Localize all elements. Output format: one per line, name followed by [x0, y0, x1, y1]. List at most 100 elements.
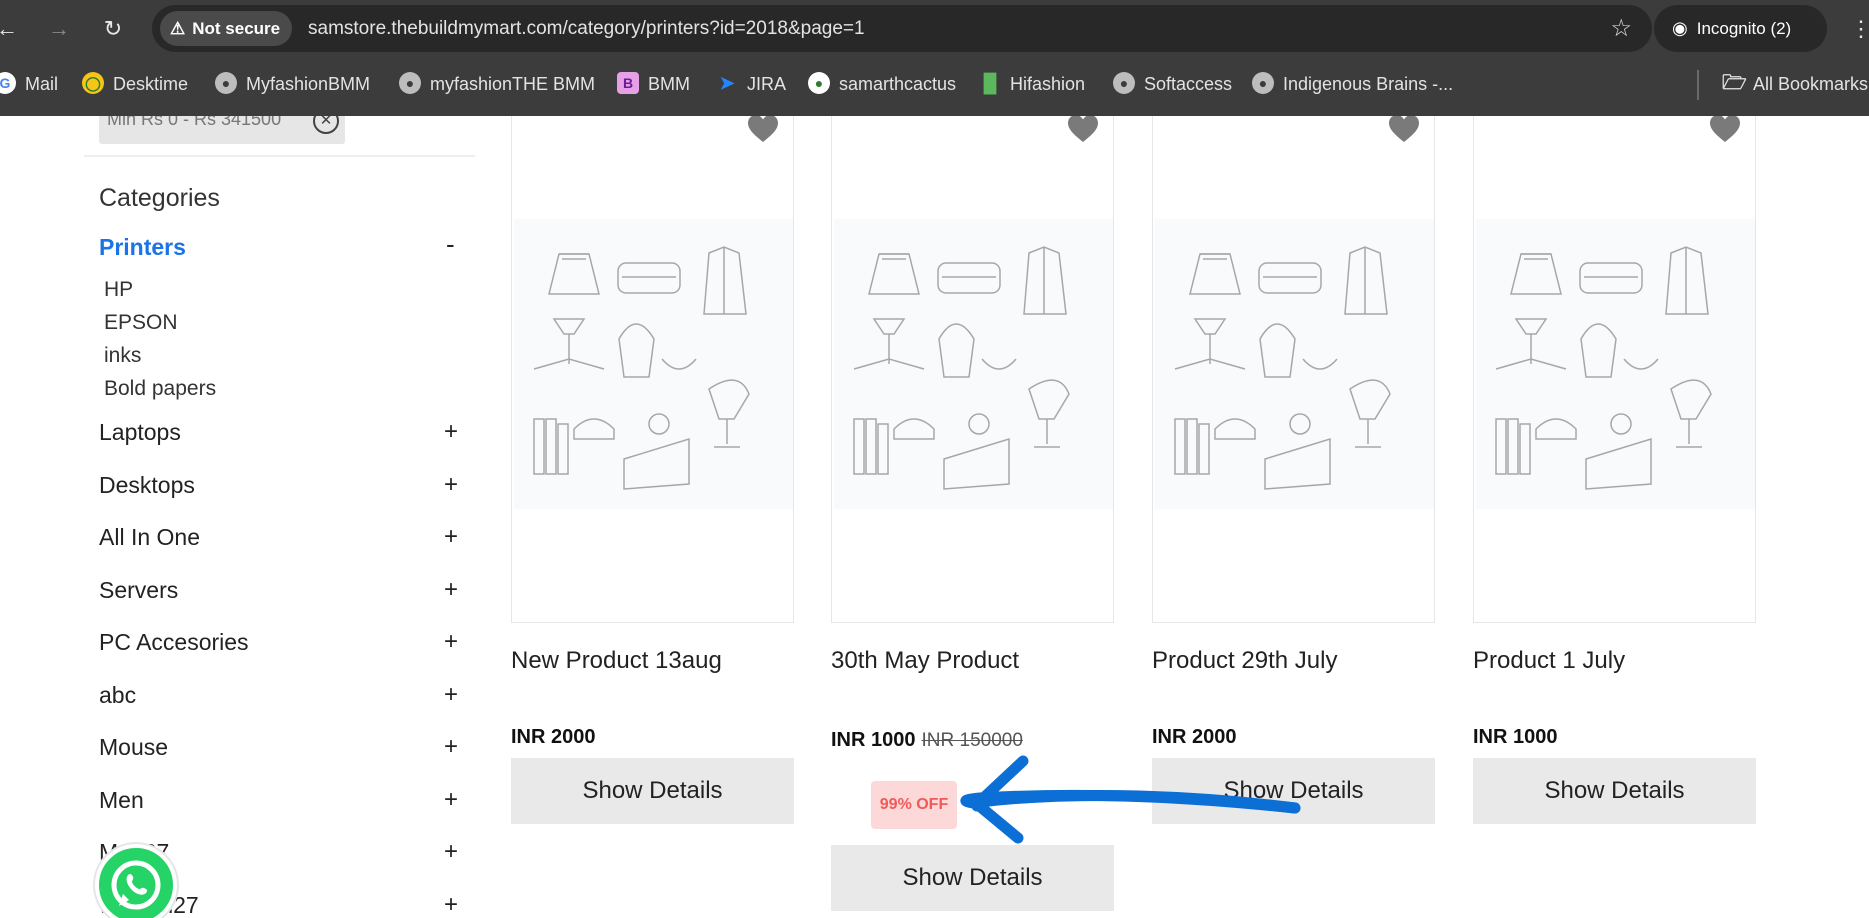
wishlist-heart-icon[interactable] [1388, 116, 1420, 145]
menu-kebab-icon[interactable]: ⋮ [1850, 14, 1869, 44]
reload-icon[interactable]: ↻ [98, 14, 128, 44]
hifashion-icon: █ [983, 73, 997, 94]
back-icon[interactable]: ← [0, 14, 22, 44]
product-name[interactable]: Product 29th July [1152, 647, 1337, 675]
category-mouse[interactable]: Mouse [99, 734, 168, 761]
subcategory-bold-papers[interactable]: Bold papers [104, 377, 216, 401]
bookmark-label: samarthcactus [839, 74, 957, 94]
expand-toggle[interactable]: + [444, 418, 458, 446]
category-men[interactable]: Men [99, 787, 144, 814]
category-laptops[interactable]: Laptops [99, 419, 181, 446]
product-name[interactable]: Product 1 July [1473, 647, 1625, 675]
incognito-button[interactable]: ◉ Incognito (2) [1654, 5, 1827, 52]
category-all-in-one[interactable]: All In One [99, 524, 200, 551]
page-content: Min Rs 0 - Rs 341500 ✕ Categories Printe… [0, 116, 1869, 918]
incognito-icon: ◉ [1672, 18, 1688, 38]
expand-toggle[interactable]: + [444, 576, 458, 604]
collapse-toggle[interactable]: - [446, 229, 455, 260]
all-bookmarks[interactable]: 🗁 All Bookmarks [1722, 58, 1868, 110]
wishlist-heart-icon[interactable] [1067, 116, 1099, 145]
bookmark-mail[interactable]: G Mail [0, 58, 58, 110]
expand-toggle[interactable]: + [444, 786, 458, 814]
bookmark-myfashionbmm[interactable]: ● MyfashionBMM [215, 58, 370, 110]
incognito-label: Incognito (2) [1696, 19, 1792, 38]
category-desktops[interactable]: Desktops [99, 472, 195, 499]
bookmark-myfashionthebmm[interactable]: ● myfashionTHE BMM [399, 58, 595, 110]
product-image[interactable] [1473, 116, 1756, 623]
expand-toggle[interactable]: + [444, 733, 458, 761]
bookmark-indigenous-brains[interactable]: ● Indigenous Brains -... [1252, 58, 1453, 110]
product-image[interactable] [511, 116, 794, 623]
bookmark-desktime[interactable]: ◯ Desktime [82, 58, 188, 110]
folder-icon: 🗁 [1722, 72, 1747, 95]
category-servers[interactable]: Servers [99, 577, 178, 604]
close-icon[interactable]: ✕ [313, 116, 339, 134]
bookmark-jira[interactable]: ➤ JIRA [716, 58, 786, 110]
show-details-button[interactable]: Show Details [511, 758, 794, 824]
wishlist-heart-icon[interactable] [747, 116, 779, 145]
address-bar[interactable]: ⚠ Not secure samstore.thebuildmymart.com/… [152, 5, 1652, 52]
all-bookmarks-label: All Bookmarks [1753, 74, 1869, 94]
expand-toggle[interactable]: + [444, 523, 458, 551]
product-name[interactable]: New Product 13aug [511, 647, 722, 675]
product-card: Product 29th July INR 2000 Show Details [1152, 116, 1435, 824]
url-text[interactable]: samstore.thebuildmymart.com/category/pri… [308, 5, 865, 52]
product-image[interactable] [831, 116, 1114, 623]
forward-icon[interactable]: → [44, 14, 74, 44]
bookmark-star-icon[interactable]: ☆ [1610, 5, 1632, 52]
whatsapp-icon[interactable] [95, 844, 177, 918]
product-price: INR 2000 [511, 726, 596, 749]
google-icon: G [0, 72, 16, 95]
bookmark-samarthcactus[interactable]: ● samarthcactus [808, 58, 956, 110]
discount-badge: 99% OFF [871, 781, 957, 829]
warning-icon: ⚠ [170, 19, 186, 38]
bmm-icon: B [617, 72, 639, 95]
subcategory-hp[interactable]: HP [104, 278, 133, 302]
product-price: INR 1000 [1473, 726, 1558, 749]
placeholder-illustration [1155, 219, 1434, 509]
categories-heading: Categories [99, 184, 220, 212]
show-details-button[interactable]: Show Details [1152, 758, 1435, 824]
category-printers[interactable]: Printers [99, 234, 186, 261]
product-price: INR 2000 [1152, 726, 1237, 749]
bookmark-softaccess[interactable]: ● Softaccess [1113, 58, 1232, 110]
globe-icon: ● [215, 72, 237, 95]
placeholder-illustration [834, 219, 1113, 509]
expand-toggle[interactable]: + [444, 471, 458, 499]
category-pc-accesories[interactable]: PC Accesories [99, 629, 249, 656]
bookmarks-bar: G Mail ◯ Desktime ● MyfashionBMM ● myfashion… [0, 58, 1869, 116]
product-name[interactable]: 30th May Product [831, 647, 1019, 675]
security-chip[interactable]: ⚠ Not secure [160, 11, 293, 46]
show-details-button[interactable]: Show Details [831, 845, 1114, 911]
expand-toggle[interactable]: + [444, 891, 458, 918]
cactus-icon: ● [808, 72, 830, 95]
expand-toggle[interactable]: + [444, 838, 458, 866]
price-filter-label: Min Rs 0 - Rs 341500 [107, 116, 282, 129]
subcategory-epson[interactable]: EPSON [104, 311, 178, 335]
expand-toggle[interactable]: + [444, 628, 458, 656]
category-abc[interactable]: abc [99, 682, 136, 709]
price-filter-chip[interactable]: Min Rs 0 - Rs 341500 ✕ [99, 116, 345, 144]
globe-icon: ● [1252, 72, 1274, 95]
bookmark-bmm[interactable]: B BMM [617, 58, 690, 110]
desktime-icon: ◯ [82, 72, 104, 95]
wishlist-heart-icon[interactable] [1709, 116, 1741, 145]
original-price: INR 150000 [921, 730, 1023, 751]
product-card: New Product 13aug INR 2000 Show Details [511, 116, 794, 824]
bookmark-hifashion[interactable]: █ Hifashion [979, 58, 1085, 110]
bookmark-label: BMM [648, 74, 690, 94]
bookmark-label: Softaccess [1144, 74, 1233, 94]
globe-icon: ● [1113, 72, 1135, 95]
product-image[interactable] [1152, 116, 1435, 623]
bookmarks-divider [1697, 70, 1699, 100]
bookmark-label: Desktime [113, 74, 189, 94]
expand-toggle[interactable]: + [444, 681, 458, 709]
current-price: INR 2000 [511, 726, 596, 748]
bookmark-label: MyfashionBMM [246, 74, 371, 94]
current-price: INR 1000 [831, 729, 916, 751]
security-label: Not secure [192, 19, 281, 38]
subcategory-inks[interactable]: inks [104, 344, 141, 368]
show-details-button[interactable]: Show Details [1473, 758, 1756, 824]
product-card: Product 1 July INR 1000 Show Details [1473, 116, 1756, 824]
globe-icon: ● [399, 72, 421, 95]
